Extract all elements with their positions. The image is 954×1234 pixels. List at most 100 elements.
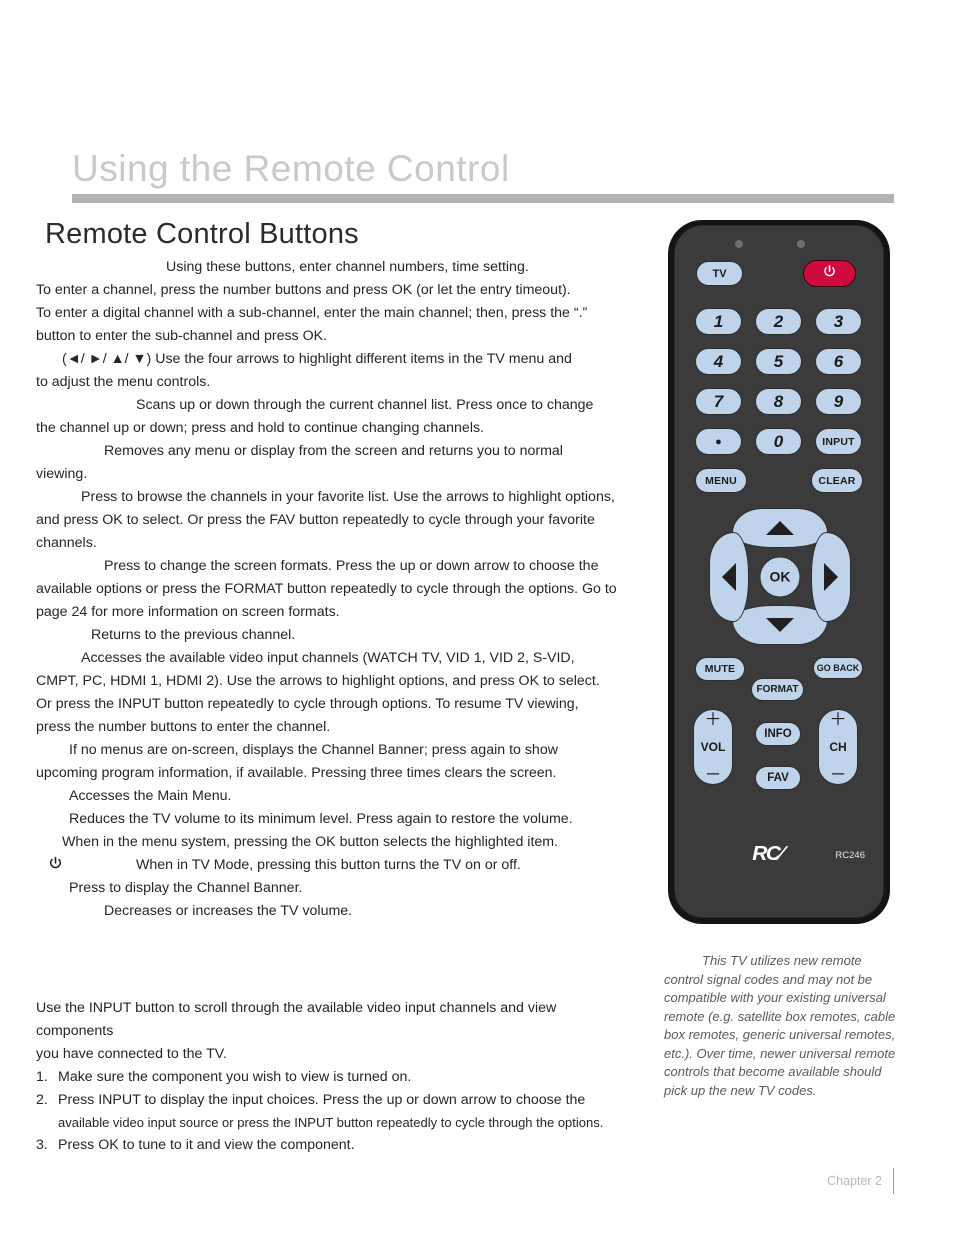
remote-button-7[interactable]: 7 — [695, 388, 742, 415]
paragraph-arrows-2: to adjust the menu controls. — [36, 374, 211, 390]
remote-button-menu[interactable]: MENU — [695, 468, 747, 493]
rca-logo: RC∕ — [752, 843, 783, 865]
remote-button-clear[interactable]: CLEAR — [811, 468, 863, 493]
remote-button-fav[interactable]: FAV — [755, 766, 801, 790]
input-instructions-block: Use the INPUT button to scroll through t… — [36, 997, 636, 1157]
page-header: Using the Remote Control — [72, 150, 894, 203]
remote-control-illustration: TV 1 2 3 4 5 6 7 8 9 ● 0 INPUT MENU CLEA… — [668, 220, 890, 924]
remote-button-format-label: FORMAT — [756, 684, 799, 695]
paragraph-enter-channel: To enter a channel, press the number but… — [36, 282, 571, 298]
remote-button-6[interactable]: 6 — [815, 348, 862, 375]
remote-button-1[interactable]: 1 — [695, 308, 742, 335]
remote-button-mute[interactable]: MUTE — [695, 657, 745, 681]
remote-button-ok[interactable]: OK — [759, 556, 801, 597]
remote-button-arrow-left[interactable] — [709, 532, 749, 622]
remote-button-ok-label: OK — [769, 568, 791, 585]
remote-body: TV 1 2 3 4 5 6 7 8 9 ● 0 INPUT MENU CLEA… — [674, 225, 884, 918]
paragraph-channel-scan-2: the channel up or down; press and hold t… — [36, 420, 485, 436]
remote-button-clear-label: CLEAR — [818, 474, 856, 487]
arrow-left-icon — [722, 563, 736, 591]
power-icon — [822, 264, 837, 284]
paragraph-channel-scan-1: Scans up or down through the current cha… — [136, 397, 594, 413]
remote-button-8-label: 8 — [773, 391, 784, 411]
remote-rocker-volume[interactable]: ＋ VOL ─ — [693, 709, 733, 785]
paragraph-banner: Press to display the Channel Banner. — [69, 880, 303, 896]
remote-button-0-label: 0 — [773, 431, 784, 451]
remote-button-arrow-right[interactable] — [811, 532, 851, 622]
paragraph-fav-1: Press to browse the channels in your fav… — [81, 489, 615, 505]
remote-button-go-back[interactable]: GO BACK — [813, 657, 863, 679]
remote-button-2[interactable]: 2 — [755, 308, 802, 335]
list-item: 3. Press OK to tune to it and view the c… — [36, 1134, 636, 1157]
remote-button-9-label: 9 — [833, 391, 844, 411]
paragraph-fav-3: channels. — [36, 535, 97, 551]
list-item-number: 2. — [36, 1092, 48, 1108]
remote-button-mute-label: MUTE — [704, 663, 736, 675]
led-indicator-right — [797, 240, 805, 248]
remote-button-arrow-down[interactable] — [732, 605, 828, 645]
paragraph-menu: Accesses the Main Menu. — [69, 788, 232, 804]
remote-button-go-back-label: GO BACK — [816, 663, 860, 673]
input-intro-line-2: you have connected to the TV. — [36, 1046, 227, 1062]
list-item-text: Press OK to tune to it and view the comp… — [58, 1137, 355, 1153]
remote-button-power[interactable] — [803, 260, 856, 287]
paragraph-fav-2: and press OK to select. Or press the FAV… — [36, 512, 595, 528]
list-item-number: 3. — [36, 1137, 48, 1153]
remote-button-7-label: 7 — [713, 391, 724, 411]
paragraph-info-2: upcoming program information, if availab… — [36, 765, 557, 781]
list-item: 1. Make sure the component you wish to v… — [36, 1066, 636, 1089]
remote-button-menu-label: MENU — [705, 474, 737, 487]
paragraph-volume: Decreases or increases the TV volume. — [104, 903, 353, 919]
remote-button-info[interactable]: INFO — [755, 722, 801, 746]
remote-rocker-channel-label: CH — [829, 739, 847, 754]
paragraph-goback: Returns to the previous channel. — [91, 627, 296, 643]
paragraph-subchannel-1: To enter a digital channel with a sub-ch… — [36, 305, 588, 321]
list-item-text: Make sure the component you wish to view… — [58, 1069, 412, 1085]
remote-button-9[interactable]: 9 — [815, 388, 862, 415]
remote-model-number: RC246 — [835, 850, 865, 861]
paragraph-input-3: Or press the INPUT button repeatedly to … — [36, 696, 579, 712]
list-item: 2. Press INPUT to display the input choi… — [36, 1089, 636, 1112]
remote-button-arrow-up[interactable] — [732, 508, 828, 548]
header-divider — [72, 194, 894, 203]
paragraph-power: When in TV Mode, pressing this button tu… — [36, 854, 636, 877]
remote-button-format[interactable]: FORMAT — [751, 678, 804, 701]
remote-button-5[interactable]: 5 — [755, 348, 802, 375]
remote-button-8[interactable]: 8 — [755, 388, 802, 415]
paragraph-input-4: press the number buttons to enter the ch… — [36, 719, 331, 735]
paragraph-input-2: CMPT, PC, HDMI 1, HDMI 2). Use the arrow… — [36, 673, 600, 689]
led-indicator-left — [735, 240, 743, 248]
remote-button-input[interactable]: INPUT — [815, 428, 862, 455]
paragraph-input-1: Accesses the available video input chann… — [81, 650, 575, 666]
remote-compatibility-note: This TV utilizes new remote control sign… — [664, 953, 896, 1098]
footer-divider — [893, 1168, 894, 1194]
remote-button-dot[interactable]: ● — [695, 428, 742, 455]
paragraph-mute: Reduces the TV volume to its minimum lev… — [69, 811, 573, 827]
remote-button-4-label: 4 — [713, 351, 724, 371]
paragraph-arrows-1: (◄/ ►/ ▲/ ▼) Use the four arrows to high… — [62, 351, 572, 367]
volume-down-icon[interactable]: ─ — [707, 765, 719, 782]
remote-button-fav-label: FAV — [767, 772, 789, 784]
remote-rocker-channel[interactable]: ＋ CH ─ — [818, 709, 858, 785]
channel-down-icon[interactable]: ─ — [832, 765, 844, 782]
remote-button-4[interactable]: 4 — [695, 348, 742, 375]
channel-up-icon[interactable]: ＋ — [830, 711, 847, 728]
remote-button-3[interactable]: 3 — [815, 308, 862, 335]
paragraph-clear-2: viewing. — [36, 466, 88, 482]
list-item-continuation: available video input source or press th… — [58, 1115, 604, 1130]
volume-up-icon[interactable]: ＋ — [705, 711, 722, 728]
remote-button-tv-label: TV — [712, 267, 727, 280]
paragraph-format-1: Press to change the screen formats. Pres… — [104, 558, 599, 574]
remote-button-tv[interactable]: TV — [696, 261, 743, 286]
remote-button-5-label: 5 — [773, 351, 784, 371]
remote-button-6-label: 6 — [833, 351, 844, 371]
paragraph-format-2: available options or press the FORMAT bu… — [36, 581, 617, 597]
remote-button-input-label: INPUT — [822, 435, 855, 448]
list-item-number: 1. — [36, 1069, 48, 1085]
list-item-text: Press INPUT to display the input choices… — [58, 1092, 586, 1108]
paragraph-numbers: Using these buttons, enter channel numbe… — [166, 259, 529, 275]
page-title: Remote Control Buttons — [45, 218, 359, 250]
remote-button-1-label: 1 — [713, 311, 724, 331]
remote-button-info-label: INFO — [764, 728, 792, 740]
remote-button-0[interactable]: 0 — [755, 428, 802, 455]
